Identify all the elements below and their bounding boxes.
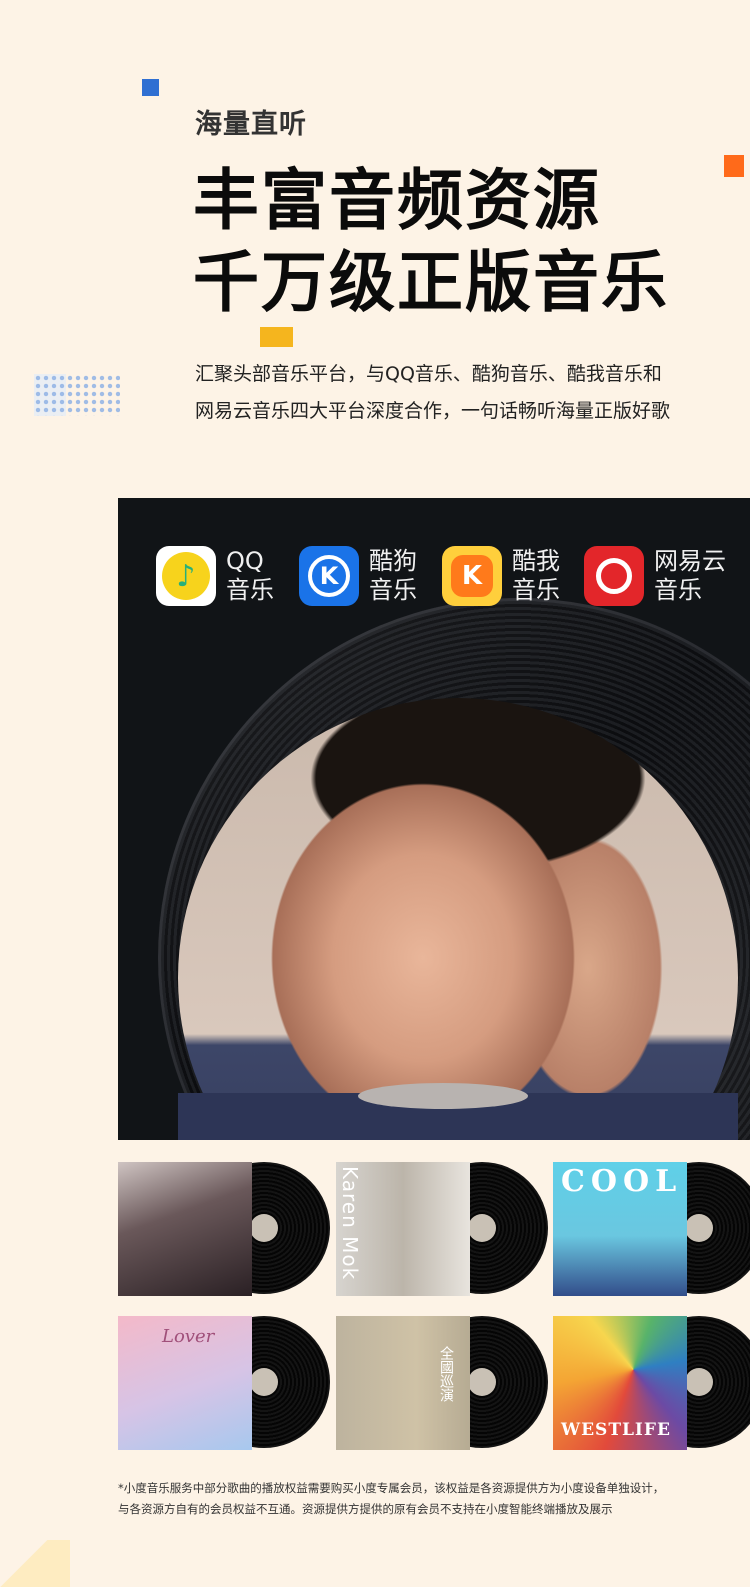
page-title: 丰富音频资源 千万级正版音乐 [193,160,669,324]
album-item[interactable]: 全國巡演 [336,1316,548,1452]
hero-image: ♪ QQ 音乐 K 酷狗 音乐 K 酷我 音乐 网易云 音乐 [118,498,750,1140]
platform-name-line1: 酷我 [512,547,560,575]
decorative-blue-square [142,79,159,96]
description-line-1: 汇聚头部音乐平台，与QQ音乐、酷狗音乐、酷我音乐和 [195,363,662,385]
platform-list: ♪ QQ 音乐 K 酷狗 音乐 K 酷我 音乐 网易云 音乐 [156,545,750,607]
decorative-orange-square [724,155,744,177]
platform-name-line1: 网易云 [654,547,726,575]
platform-name-line2: 音乐 [226,576,274,604]
footnote-line-1: *小度音乐服务中部分歌曲的播放权益需要购买小度专属会员，该权益是各资源提供方为小… [118,1481,665,1495]
platform-name-line1: QQ [226,547,264,575]
decorative-dot-grid [34,374,120,416]
album-cover-text: WESTLIFE [561,1420,671,1440]
footnote-line-2: 与各资源方自有的会员权益不互通。资源提供方提供的原有会员不支持在小度智能终端播放… [118,1502,613,1516]
platform-name-line2: 音乐 [369,576,417,604]
album-item[interactable]: WESTLIFE [553,1316,750,1452]
album-cover [118,1162,252,1296]
description-line-2: 网易云音乐四大平台深度合作，一句话畅听海量正版好歌 [195,400,671,422]
platform-label: QQ 音乐 [226,547,274,605]
decorative-yellow-bar [260,327,293,347]
disclaimer-footnote: *小度音乐服务中部分歌曲的播放权益需要购买小度专属会员，该权益是各资源提供方为小… [118,1478,718,1520]
album-cover-text: 全國巡演 [438,1346,454,1402]
qq-music-icon: ♪ [156,546,216,606]
album-cover: Lover [118,1316,252,1450]
kuwo-music-icon: K [442,546,502,606]
album-grid: Karen Mok COOL Lover 全國巡演 WESTLIFE [118,1162,750,1452]
portrait-collar [358,1083,528,1109]
section-description: 汇聚头部音乐平台，与QQ音乐、酷狗音乐、酷我音乐和 网易云音乐四大平台深度合作，… [195,356,715,430]
album-cover: 全國巡演 [336,1316,470,1450]
album-cover: WESTLIFE [553,1316,687,1450]
album-item[interactable]: Karen Mok [336,1162,548,1298]
platform-label: 网易云 音乐 [654,547,726,605]
album-cover: Karen Mok [336,1162,470,1296]
album-item[interactable] [118,1162,330,1298]
title-line-2: 千万级正版音乐 [193,244,669,321]
kugou-music-icon: K [299,546,359,606]
album-cover: COOL [553,1162,687,1296]
album-item[interactable]: Lover [118,1316,330,1452]
decorative-corner [0,1540,70,1587]
title-line-1: 丰富音频资源 [193,162,601,239]
platform-label: 酷狗 音乐 [369,547,417,605]
platform-name-line1: 酷狗 [369,547,417,575]
album-cover-text: Karen Mok [338,1166,362,1281]
platform-name-line2: 音乐 [654,576,702,604]
album-cover-text: COOL [561,1164,683,1199]
platform-label: 酷我 音乐 [512,547,560,605]
section-eyebrow: 海量直听 [195,109,307,140]
platform-name-line2: 音乐 [512,576,560,604]
album-item[interactable]: COOL [553,1162,750,1298]
album-cover-text: Lover [162,1326,215,1347]
netease-music-icon [584,546,644,606]
